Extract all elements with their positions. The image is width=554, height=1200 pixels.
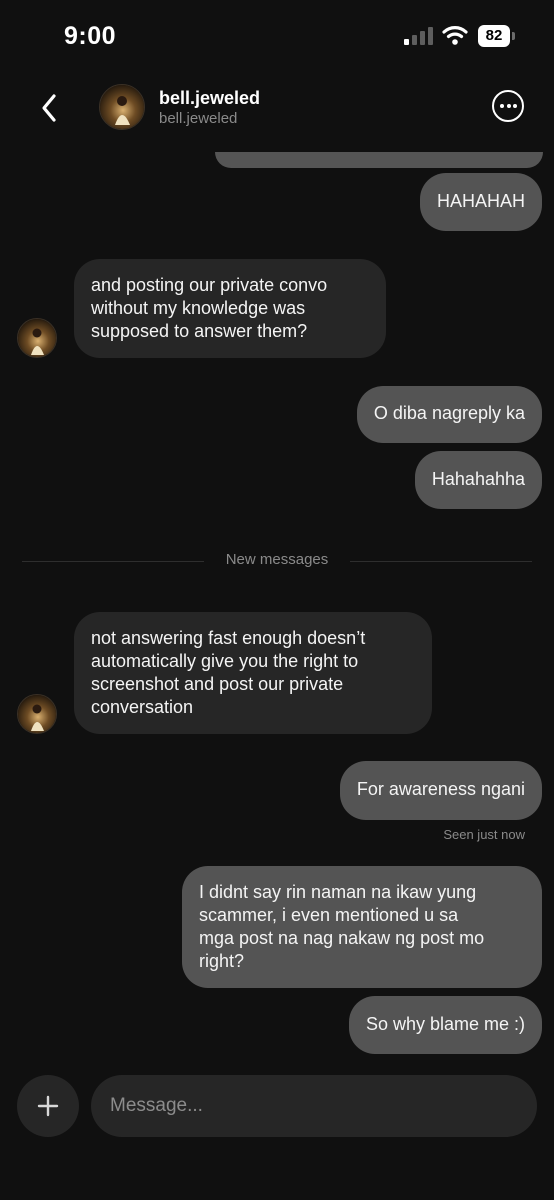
more-options-icon[interactable]	[492, 90, 524, 122]
message-bubble-incoming[interactable]: and posting our private convo without my…	[74, 259, 386, 358]
sender-avatar[interactable]	[17, 694, 57, 734]
new-messages-divider: New messages	[0, 549, 554, 573]
message-bubble-outgoing[interactable]: For awareness ngani	[339, 761, 542, 820]
avatar[interactable]	[99, 84, 145, 130]
battery-icon: 82	[478, 25, 516, 47]
message-bubble-outgoing[interactable]: Hahahahha	[414, 451, 542, 509]
status-bar: 9:00 82	[0, 0, 554, 70]
battery-cap	[512, 32, 515, 40]
sender-avatar[interactable]	[17, 318, 57, 358]
plus-icon	[37, 1095, 59, 1117]
message-composer	[0, 1070, 554, 1200]
chat-header: bell.jeweled bell.jeweled	[0, 70, 554, 146]
message-bubble-outgoing-partial	[215, 152, 543, 168]
message-input[interactable]	[91, 1075, 537, 1137]
message-bubble-outgoing[interactable]: So why blame me :)	[348, 996, 542, 1054]
divider-line	[350, 561, 532, 562]
contact-name[interactable]: bell.jeweled	[159, 88, 260, 109]
dot	[500, 104, 504, 108]
message-bubble-outgoing[interactable]: HAHAHAH	[419, 173, 542, 231]
dot	[506, 104, 511, 108]
back-arrow-icon[interactable]	[34, 90, 66, 126]
add-button[interactable]	[17, 1075, 79, 1137]
divider-label: New messages	[225, 551, 329, 568]
battery-level: 82	[478, 25, 510, 47]
message-bubble-outgoing[interactable]: I didnt say rin naman na ikaw yung scamm…	[182, 866, 542, 988]
contact-username: bell.jeweled	[159, 110, 238, 127]
dot	[513, 104, 517, 108]
message-thread[interactable]: HAHAHAH and posting our private convo wi…	[0, 146, 554, 1070]
seen-status: Seen just now	[443, 827, 525, 842]
signal-icon	[404, 27, 433, 45]
message-bubble-outgoing[interactable]: O diba nagreply ka	[356, 386, 542, 443]
wifi-icon	[442, 26, 468, 45]
message-bubble-incoming[interactable]: not answering fast enough doesn’t automa…	[74, 612, 432, 734]
status-time: 9:00	[64, 22, 117, 50]
